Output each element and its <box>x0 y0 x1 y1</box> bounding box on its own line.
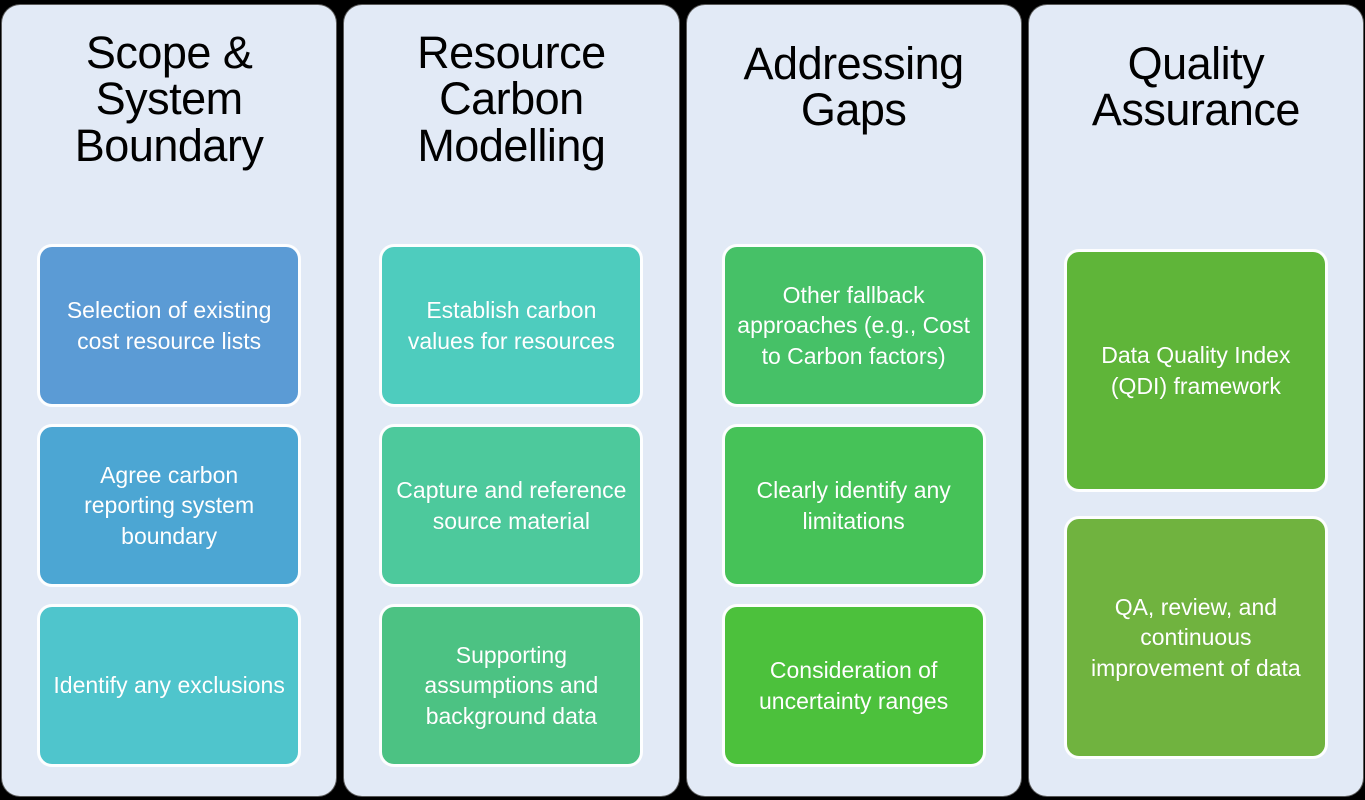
card-selection-of-existing-cost-resource-lists[interactable]: Selection of existing cost resource list… <box>40 247 299 404</box>
column-title-addressing-gaps: Addressing Gaps <box>743 38 965 136</box>
card-list-addressing-gaps: Other fallback approaches (e.g., Cost to… <box>717 247 991 764</box>
card-list-quality-assurance: Data Quality Index (QDI) framework QA, r… <box>1059 252 1333 756</box>
card-clearly-identify-any-limitations[interactable]: Clearly identify any limitations <box>724 427 983 584</box>
column-addressing-gaps: Addressing Gaps Other fallback approache… <box>686 5 1021 796</box>
card-identify-any-exclusions[interactable]: Identify any exclusions <box>40 607 299 764</box>
card-list-scope-system-boundary: Selection of existing cost resource list… <box>32 247 306 764</box>
framework-diagram: Scope & System Boundary Selection of exi… <box>0 0 1365 800</box>
column-scope-system-boundary: Scope & System Boundary Selection of exi… <box>2 5 337 796</box>
column-title-scope-system-boundary: Scope & System Boundary <box>74 27 264 171</box>
card-other-fallback-approaches[interactable]: Other fallback approaches (e.g., Cost to… <box>724 247 983 404</box>
column-title-quality-assurance: Quality Assurance <box>1091 38 1301 136</box>
card-list-resource-carbon-modelling: Establish carbon values for resources Ca… <box>374 247 648 764</box>
card-establish-carbon-values-for-resources[interactable]: Establish carbon values for resources <box>382 247 641 404</box>
column-quality-assurance: Quality Assurance Data Quality Index (QD… <box>1028 5 1363 796</box>
card-agree-carbon-reporting-system-boundary[interactable]: Agree carbon reporting system boundary <box>40 427 299 584</box>
column-title-resource-carbon-modelling: Resource Carbon Modelling <box>417 27 606 171</box>
column-resource-carbon-modelling: Resource Carbon Modelling Establish carb… <box>344 5 679 796</box>
card-consideration-of-uncertainty-ranges[interactable]: Consideration of uncertainty ranges <box>724 607 983 764</box>
card-capture-and-reference-source-material[interactable]: Capture and reference source material <box>382 427 641 584</box>
card-data-quality-index-framework[interactable]: Data Quality Index (QDI) framework <box>1066 252 1325 489</box>
card-supporting-assumptions-and-background-data[interactable]: Supporting assumptions and background da… <box>382 607 641 764</box>
card-qa-review-and-continuous-improvement-of-data[interactable]: QA, review, and continuous improvement o… <box>1066 519 1325 756</box>
